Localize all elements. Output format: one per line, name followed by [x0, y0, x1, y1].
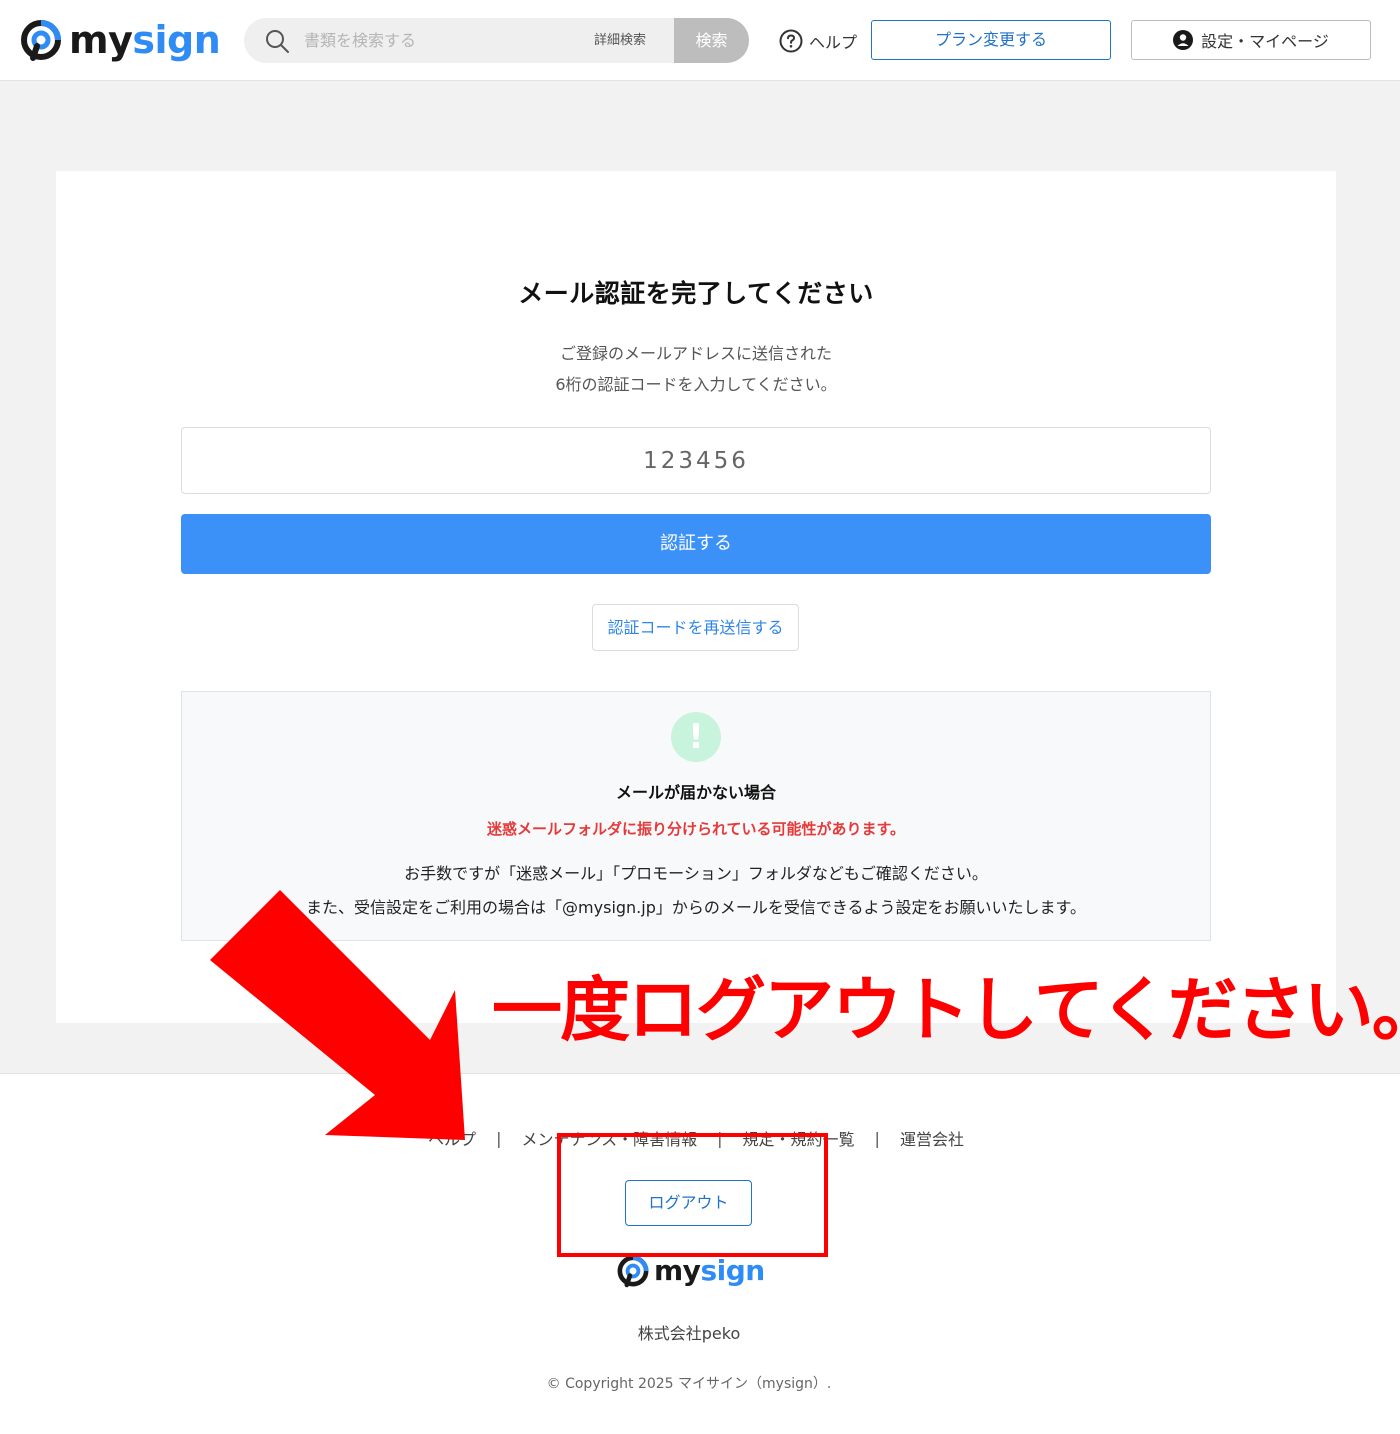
footer-separator: | [874, 1128, 880, 1148]
header: mysign 詳細検索 検索 ヘルプ プラン変更する 設定・マイページ [0, 0, 1400, 81]
settings-mypage-label: 設定・マイページ [1201, 32, 1329, 51]
annotation-arrow-icon [210, 890, 465, 1140]
user-circle-icon [1173, 30, 1194, 50]
exclamation-icon: ! [671, 712, 721, 762]
footer-separator: | [496, 1128, 502, 1148]
copyright: © Copyright 2025 マイサイン（mysign）. [546, 1376, 832, 1392]
search-button[interactable]: 検索 [674, 18, 749, 63]
footer-mysign-logo: mysign [616, 1254, 765, 1288]
change-plan-button[interactable]: プラン変更する [871, 20, 1111, 60]
footer-link-company[interactable]: 運営会社 [900, 1126, 964, 1150]
company-name: 株式会社peko [637, 1324, 741, 1343]
description-line-2: 6桁の認証コードを入力してください。 [555, 375, 837, 394]
verify-button[interactable]: 認証する [181, 514, 1211, 574]
annotation-text: 一度ログアウトしてください。 [492, 969, 1400, 1051]
question-circle-icon [779, 29, 803, 53]
mysign-logo-icon [21, 20, 61, 61]
mysign-logo[interactable]: mysign [19, 18, 221, 62]
notice-title: メールが届かない場合 [615, 783, 776, 802]
page-title: メール認証を完了してください [518, 279, 874, 308]
help-label: ヘルプ [809, 33, 858, 52]
resend-code-button[interactable]: 認証コードを再送信する [592, 604, 799, 651]
notice-warning: 迷惑メールフォルダに振り分けられている可能性があります。 [486, 820, 906, 838]
help-link[interactable]: ヘルプ [779, 28, 857, 54]
description-line-1: ご登録のメールアドレスに送信された [559, 344, 832, 363]
settings-mypage-button[interactable]: 設定・マイページ [1131, 20, 1371, 60]
advanced-search-link[interactable]: 詳細検索 [594, 18, 646, 63]
logo-wordmark: mysign [69, 18, 221, 62]
search-bar: 詳細検索 検索 [244, 18, 749, 63]
mysign-logo-icon [617, 1255, 649, 1288]
annotation-highlight-box [557, 1133, 828, 1257]
footer-logo-wordmark: mysign [654, 1254, 765, 1287]
verification-code-input[interactable] [181, 427, 1211, 494]
search-input[interactable] [304, 18, 584, 63]
search-icon[interactable] [264, 28, 290, 54]
